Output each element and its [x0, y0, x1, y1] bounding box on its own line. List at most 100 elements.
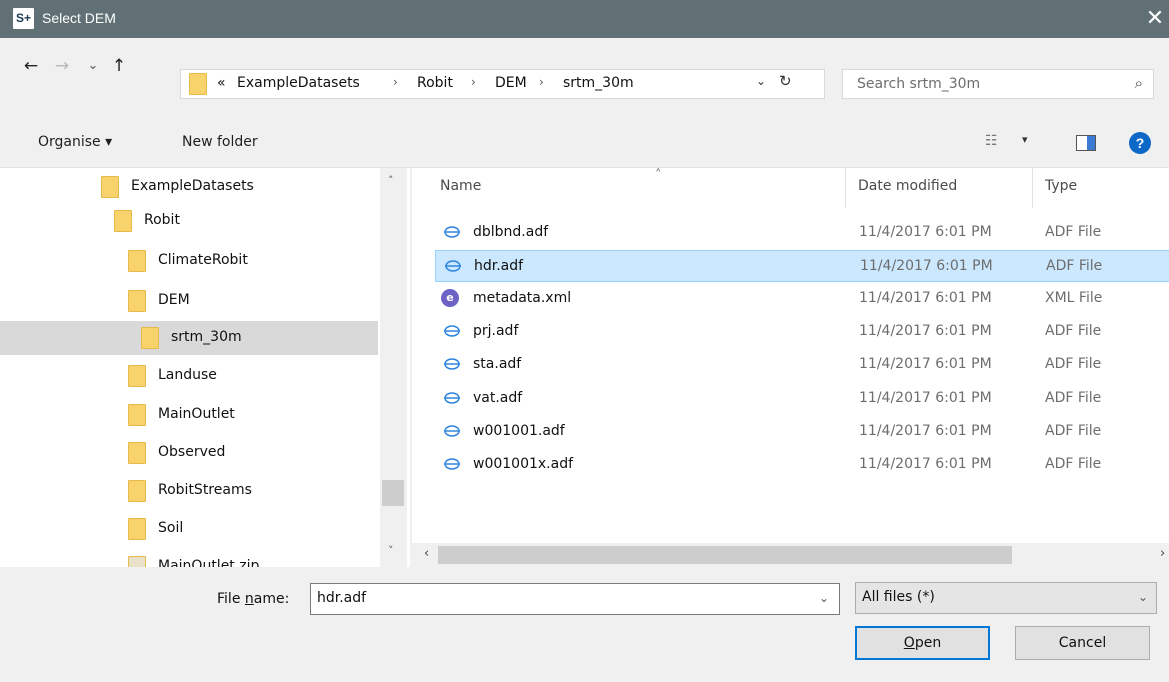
column-header-name[interactable]: Name: [440, 178, 481, 194]
column-header-type[interactable]: Type: [1045, 178, 1077, 194]
tree-item-exampledatasets[interactable]: ExampleDatasets: [0, 170, 378, 204]
file-name-value: hdr.adf: [317, 590, 367, 606]
breadcrumb-srtm-30m[interactable]: srtm_30m: [563, 75, 634, 91]
adf-file-icon: [444, 392, 460, 404]
horizontal-scrollbar[interactable]: ‹ ›: [412, 543, 1169, 567]
chevron-down-icon: ⌄: [1137, 590, 1148, 604]
tree-item-dem[interactable]: DEM: [0, 284, 378, 318]
search-icon[interactable]: ⌕: [1135, 74, 1143, 92]
scroll-up-arrow-icon[interactable]: ˄: [388, 174, 394, 187]
change-view-icon[interactable]: ☷: [985, 133, 1007, 151]
chevron-down-icon[interactable]: ⌄: [819, 591, 829, 605]
sort-ascending-icon: ˄: [655, 168, 662, 183]
preview-pane-icon[interactable]: [1076, 135, 1096, 151]
address-bar[interactable]: « ExampleDatasets › Robit › DEM › srtm_3…: [180, 69, 825, 99]
back-arrow-icon[interactable]: ←: [20, 54, 42, 78]
column-divider[interactable]: [845, 168, 846, 208]
file-row-sta-adf[interactable]: sta.adf 11/4/2017 6:01 PM ADF File: [435, 349, 1169, 381]
file-date-modified: 11/4/2017 6:01 PM: [859, 290, 992, 306]
tree-item-label: MainOutlet: [158, 406, 235, 422]
breadcrumb-exampledatasets[interactable]: ExampleDatasets: [237, 75, 360, 91]
address-dropdown-icon[interactable]: ⌄: [756, 74, 766, 88]
file-row-w001001-adf[interactable]: w001001.adf 11/4/2017 6:01 PM ADF File: [435, 416, 1169, 448]
file-list-pane: ˄ Name Date modified Type dblbnd.adf 11/…: [412, 168, 1169, 567]
file-date-modified: 11/4/2017 6:01 PM: [859, 423, 992, 439]
tree-item-soil[interactable]: Soil: [0, 512, 378, 546]
column-header-date-modified[interactable]: Date modified: [858, 178, 957, 194]
tree-item-label: srtm_30m: [171, 329, 242, 345]
forward-arrow-icon[interactable]: →: [51, 54, 73, 78]
open-button[interactable]: Open: [855, 626, 990, 660]
tree-item-label: Robit: [144, 212, 180, 228]
file-row-hdr-adf[interactable]: hdr.adf 11/4/2017 6:01 PM ADF File: [435, 250, 1169, 282]
adf-file-icon: [444, 226, 460, 238]
close-icon[interactable]: ✕: [1143, 6, 1167, 32]
view-options-chevron-icon[interactable]: ▾: [1022, 133, 1028, 146]
tree-item-label: Soil: [158, 520, 184, 536]
file-type: ADF File: [1046, 258, 1103, 274]
search-placeholder: Search srtm_30m: [857, 76, 981, 92]
tree-item-label: ExampleDatasets: [131, 178, 254, 194]
tree-item-label: Observed: [158, 444, 226, 460]
file-type-value: All files (*): [862, 589, 935, 605]
navigation-pane-scrollbar[interactable]: ˄ ˅: [380, 168, 407, 567]
scroll-left-arrow-icon[interactable]: ‹: [424, 546, 429, 561]
refresh-icon[interactable]: ↻: [779, 72, 792, 90]
scroll-down-arrow-icon[interactable]: ˅: [388, 544, 394, 557]
up-arrow-icon[interactable]: ↑: [108, 54, 130, 78]
tree-item-label: DEM: [158, 292, 190, 308]
file-row-metadata-xml[interactable]: e metadata.xml 11/4/2017 6:01 PM XML Fil…: [435, 283, 1169, 315]
file-name: hdr.adf: [474, 258, 524, 274]
tree-item-label: ClimateRobit: [158, 252, 248, 268]
file-type: ADF File: [1045, 323, 1102, 339]
search-input[interactable]: Search srtm_30m ⌕: [842, 69, 1154, 99]
tree-item-mainoutlet-zip[interactable]: MainOutlet.zip: [0, 550, 378, 567]
dialog-footer: File name: hdr.adf ⌄ All files (*) ⌄ Ope…: [0, 567, 1169, 682]
file-type-select[interactable]: All files (*) ⌄: [855, 582, 1157, 614]
tree-item-label: Landuse: [158, 367, 217, 383]
tree-item-landuse[interactable]: Landuse: [0, 359, 378, 393]
tree-item-robit[interactable]: Robit: [0, 204, 378, 238]
breadcrumb-robit[interactable]: Robit: [417, 75, 453, 91]
help-icon[interactable]: ?: [1129, 132, 1151, 154]
file-date-modified: 11/4/2017 6:01 PM: [860, 258, 993, 274]
file-type: ADF File: [1045, 224, 1102, 240]
file-row-vat-adf[interactable]: vat.adf 11/4/2017 6:01 PM ADF File: [435, 383, 1169, 415]
folder-icon: [128, 442, 146, 464]
adf-file-icon: [444, 358, 460, 370]
tree-item-observed[interactable]: Observed: [0, 436, 378, 470]
file-name: prj.adf: [473, 323, 519, 339]
title-bar: S+ Select DEM ✕: [0, 0, 1169, 38]
cancel-button[interactable]: Cancel: [1015, 626, 1150, 660]
scrollbar-thumb[interactable]: [382, 480, 404, 506]
tree-item-mainoutlet[interactable]: MainOutlet: [0, 398, 378, 432]
breadcrumb-separator-icon[interactable]: ›: [539, 75, 544, 89]
address-overflow-icon[interactable]: «: [217, 75, 226, 91]
tree-item-srtm-30m[interactable]: srtm_30m: [0, 321, 378, 355]
command-toolbar: Organise ▾ New folder ☷ ▾ ?: [0, 120, 1169, 168]
file-name: w001001.adf: [473, 423, 565, 439]
file-name-input[interactable]: hdr.adf ⌄: [310, 583, 840, 615]
scrollbar-thumb[interactable]: [438, 546, 1012, 564]
scroll-right-arrow-icon[interactable]: ›: [1160, 546, 1165, 561]
breadcrumb-separator-icon[interactable]: ›: [393, 75, 398, 89]
recent-locations-chevron-icon[interactable]: ⌄: [82, 54, 104, 78]
organise-menu-button[interactable]: Organise ▾: [38, 134, 112, 150]
file-row-dblbnd-adf[interactable]: dblbnd.adf 11/4/2017 6:01 PM ADF File: [435, 217, 1169, 249]
adf-file-icon: [444, 458, 460, 470]
file-name: w001001x.adf: [473, 456, 574, 472]
file-name-label: File name:: [217, 591, 290, 607]
file-date-modified: 11/4/2017 6:01 PM: [859, 224, 992, 240]
new-folder-button[interactable]: New folder: [182, 134, 258, 150]
folder-icon: [128, 518, 146, 540]
folder-icon: [141, 327, 159, 349]
breadcrumb-dem[interactable]: DEM: [495, 75, 527, 91]
tree-item-climaterobit[interactable]: ClimateRobit: [0, 244, 378, 278]
folder-icon: [128, 250, 146, 272]
column-divider[interactable]: [1032, 168, 1033, 208]
file-row-prj-adf[interactable]: prj.adf 11/4/2017 6:01 PM ADF File: [435, 316, 1169, 348]
navigation-pane: ExampleDatasets Robit ClimateRobit DEM s…: [0, 168, 410, 567]
tree-item-robitstreams[interactable]: RobitStreams: [0, 474, 378, 508]
file-row-w001001x-adf[interactable]: w001001x.adf 11/4/2017 6:01 PM ADF File: [435, 449, 1169, 481]
breadcrumb-separator-icon[interactable]: ›: [471, 75, 476, 89]
